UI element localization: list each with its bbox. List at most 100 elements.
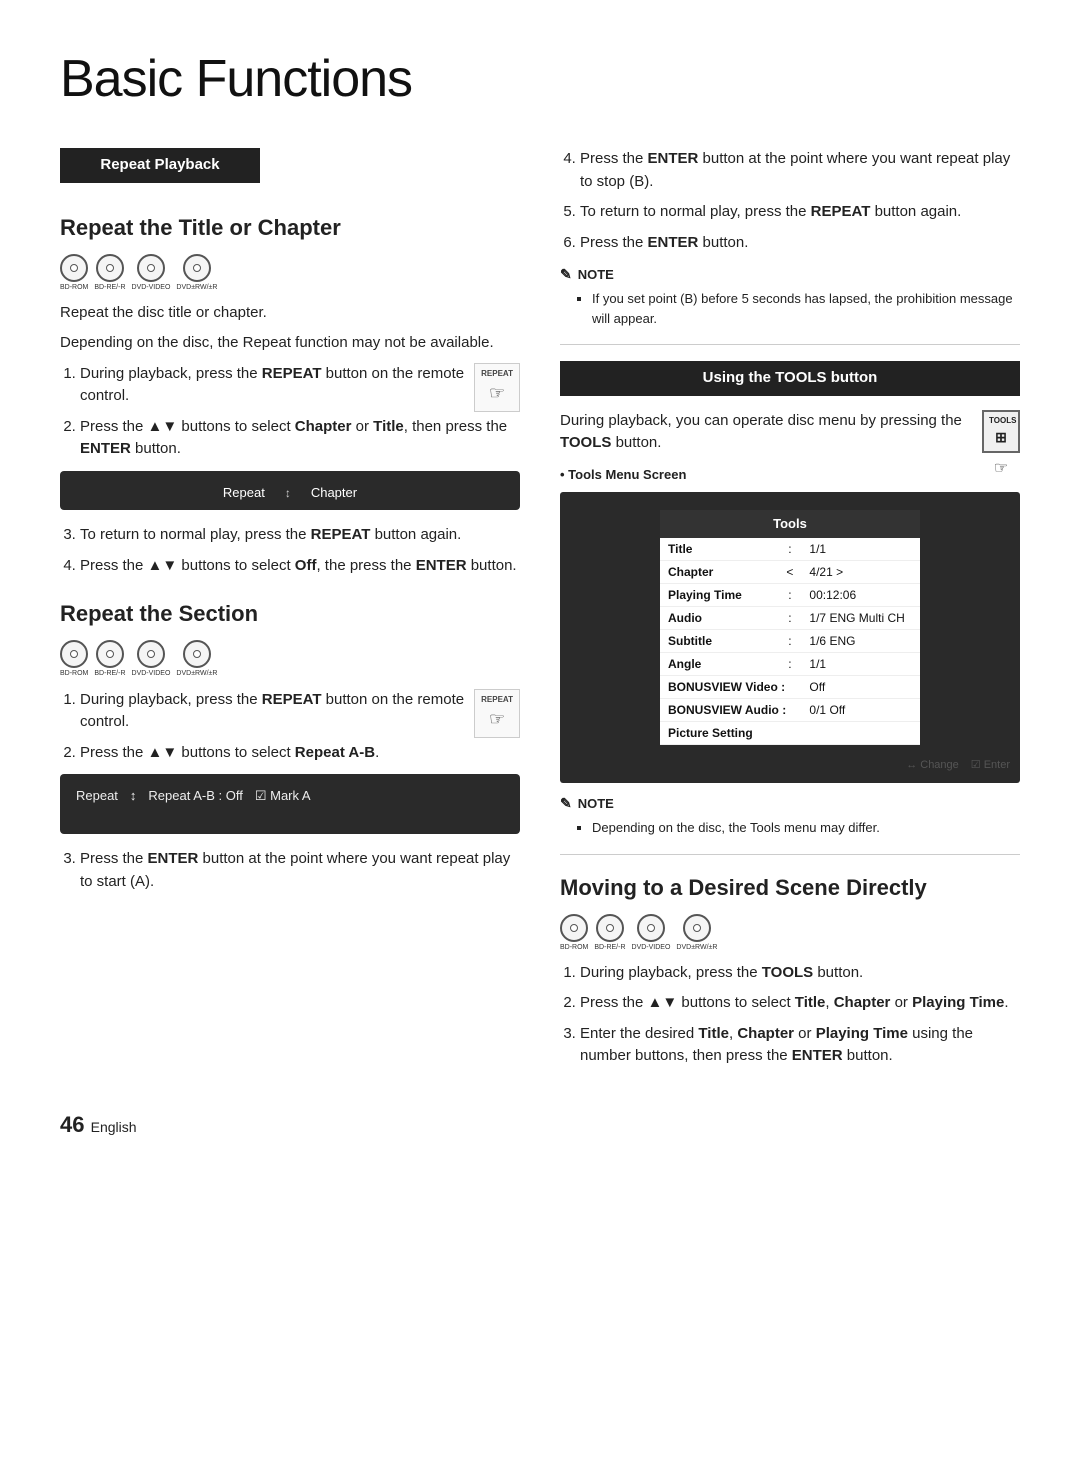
table-cell-colon-4: : <box>778 606 801 629</box>
screen-label-repeat: Repeat <box>223 483 265 503</box>
disc-icons-moving: BD-ROM BD-RE/-R DVD-VIDEO DVD±RW/±R <box>560 914 1020 952</box>
tools-footer: ↔ Change ☑ Enter <box>570 753 1010 774</box>
table-cell-title-label: Title <box>660 538 778 561</box>
right-step-6: Press the ENTER button. <box>580 232 1020 255</box>
disc-icon-bdrom-3: BD-ROM <box>560 914 588 952</box>
disc-icon-dvdvideo-2: DVD-VIDEO <box>132 640 171 678</box>
section-step-3: Press the ENTER button at the point wher… <box>80 848 520 893</box>
pencil-icon: ✎ <box>560 264 572 285</box>
table-cell-audio-value: 1/7 ENG Multi CH <box>801 606 920 629</box>
step-3: To return to normal play, press the REPE… <box>80 524 520 547</box>
table-cell-title-value: 1/1 <box>801 538 920 561</box>
table-row: BONUSVIEW Audio : 0/1 Off <box>660 698 920 721</box>
note-title-2: ✎ NOTE <box>560 793 1020 814</box>
right-step-4: Press the ENTER button at the point wher… <box>580 148 1020 193</box>
table-row: Chapter < 4/21 > <box>660 560 920 583</box>
table-cell-chapter-label: Chapter <box>660 560 778 583</box>
table-row: Picture Setting <box>660 721 920 744</box>
note-label-1: NOTE <box>578 265 614 285</box>
table-cell-bvaudio-value: 0/1 Off <box>801 698 920 721</box>
table-cell-colon-3: : <box>778 583 801 606</box>
right-step-5: To return to normal play, press the REPE… <box>580 201 1020 224</box>
screen-label-chapter: Chapter <box>311 483 357 503</box>
screen-ab-label3: ☑ Mark A <box>255 786 311 806</box>
page-title: Basic Functions <box>60 40 1020 118</box>
repeat-playback-header: Repeat Playback <box>60 148 260 183</box>
tools-table: Tools Title : 1/1 Chapter < 4/21 > <box>660 510 920 745</box>
repeat-button-img: REPEAT ☞ <box>474 363 520 412</box>
table-cell-subtitle-label: Subtitle <box>660 629 778 652</box>
table-cell-audio-label: Audio <box>660 606 778 629</box>
disc-icon-bdre-3: BD-RE/-R <box>594 914 625 952</box>
tools-header: Using the TOOLS button <box>560 361 1020 396</box>
tools-menu-screen-label: • Tools Menu Screen <box>560 465 1020 485</box>
repeat-button-img-2: REPEAT ☞ <box>474 689 520 738</box>
screen-repeat-ab: Repeat ↕ Repeat A-B : Off ☑ Mark A <box>60 774 520 834</box>
disc-icon-dvdrw: DVD±RW/±R <box>176 254 217 292</box>
table-cell-colon-6: : <box>778 652 801 675</box>
table-cell-angle-label: Angle <box>660 652 778 675</box>
step-4: Press the ▲▼ buttons to select Off, the … <box>80 555 520 578</box>
divider-1 <box>560 344 1020 345</box>
table-cell-bvvideo-value: Off <box>801 675 920 698</box>
table-cell-colon-5: : <box>778 629 801 652</box>
page-number-container: 46 English <box>60 1108 1020 1141</box>
disc-icon-dvdvideo: DVD-VIDEO <box>132 254 171 292</box>
table-cell-arrow-l: < <box>778 560 801 583</box>
section-step-1: REPEAT ☞ During playback, press the REPE… <box>80 689 520 734</box>
tools-button-img: TOOLS ⊞ ☞ <box>982 410 1020 481</box>
note-content-2: Depending on the disc, the Tools menu ma… <box>560 818 1020 838</box>
table-row: Playing Time : 00:12:06 <box>660 583 920 606</box>
disc-icons-section: BD-ROM BD-RE/-R DVD-VIDEO DVD±RW/±R <box>60 640 520 678</box>
title-chapter-heading: Repeat the Title or Chapter <box>60 211 520 244</box>
disc-icon-dvdvideo-3: DVD-VIDEO <box>632 914 671 952</box>
table-row: Subtitle : 1/6 ENG <box>660 629 920 652</box>
note-content-1: If you set point (B) before 5 seconds ha… <box>560 289 1020 328</box>
disc-icon-bdre-2: BD-RE/-R <box>94 640 125 678</box>
tools-table-header: Tools <box>660 510 920 538</box>
disc-icon-dvdrw-3: DVD±RW/±R <box>676 914 717 952</box>
right-column: Press the ENTER button at the point wher… <box>560 148 1020 1078</box>
table-row: Angle : 1/1 <box>660 652 920 675</box>
step-2: Press the ▲▼ buttons to select Chapter o… <box>80 416 520 461</box>
repeat-section-heading: Repeat the Section <box>60 597 520 630</box>
note-bullet-2: Depending on the disc, the Tools menu ma… <box>592 818 1020 838</box>
intro-line-2: Depending on the disc, the Repeat functi… <box>60 332 520 355</box>
table-cell-colon-1: : <box>778 538 801 561</box>
table-cell-bvvideo-label: BONUSVIEW Video : <box>660 675 801 698</box>
right-steps-continued: Press the ENTER button at the point wher… <box>560 148 1020 254</box>
table-row: Audio : 1/7 ENG Multi CH <box>660 606 920 629</box>
moving-scene-heading: Moving to a Desired Scene Directly <box>560 871 1020 904</box>
moving-step-3: Enter the desired Title, Chapter or Play… <box>580 1023 1020 1068</box>
table-row: BONUSVIEW Video : Off <box>660 675 920 698</box>
note-label-2: NOTE <box>578 794 614 814</box>
intro-line-1: Repeat the disc title or chapter. <box>60 302 520 325</box>
disc-icon-bdrom-2: BD-ROM <box>60 640 88 678</box>
pencil-icon-2: ✎ <box>560 793 572 814</box>
note-box-2: ✎ NOTE Depending on the disc, the Tools … <box>560 793 1020 838</box>
moving-scene-steps: During playback, press the TOOLS button.… <box>560 962 1020 1068</box>
page-number: 46 English <box>60 1112 137 1137</box>
table-cell-bvaudio-label: BONUSVIEW Audio : <box>660 698 801 721</box>
screen-ab-label2: Repeat A-B : Off <box>148 786 242 806</box>
note-title-1: ✎ NOTE <box>560 264 1020 285</box>
table-row: Title : 1/1 <box>660 538 920 561</box>
table-cell-angle-value: 1/1 <box>801 652 920 675</box>
repeat-section-steps-cont: Press the ENTER button at the point wher… <box>60 848 520 893</box>
title-chapter-steps: REPEAT ☞ During playback, press the REPE… <box>60 363 520 461</box>
disc-icon-bdrom: BD-ROM <box>60 254 88 292</box>
tools-screen-mockup: Tools Title : 1/1 Chapter < 4/21 > <box>560 492 1020 783</box>
repeat-section-steps: REPEAT ☞ During playback, press the REPE… <box>60 689 520 765</box>
table-cell-playtime-label: Playing Time <box>660 583 778 606</box>
left-column: Repeat Playback Repeat the Title or Chap… <box>60 148 520 1078</box>
footer-enter: ☑ Enter <box>971 757 1010 774</box>
note-box-1: ✎ NOTE If you set point (B) before 5 sec… <box>560 264 1020 328</box>
disc-icons-title-chapter: BD-ROM BD-RE/-R DVD-VIDEO DVD±RW/±R <box>60 254 520 292</box>
table-cell-playtime-value: 00:12:06 <box>801 583 920 606</box>
disc-icon-bdre: BD-RE/-R <box>94 254 125 292</box>
table-cell-chapter-value: 4/21 > <box>801 560 920 583</box>
section-step-2: Press the ▲▼ buttons to select Repeat A-… <box>80 742 520 765</box>
screen-repeat-chapter: Repeat ↕ Chapter <box>60 471 520 511</box>
step-1: REPEAT ☞ During playback, press the REPE… <box>80 363 520 408</box>
title-chapter-steps-continued: To return to normal play, press the REPE… <box>60 524 520 577</box>
